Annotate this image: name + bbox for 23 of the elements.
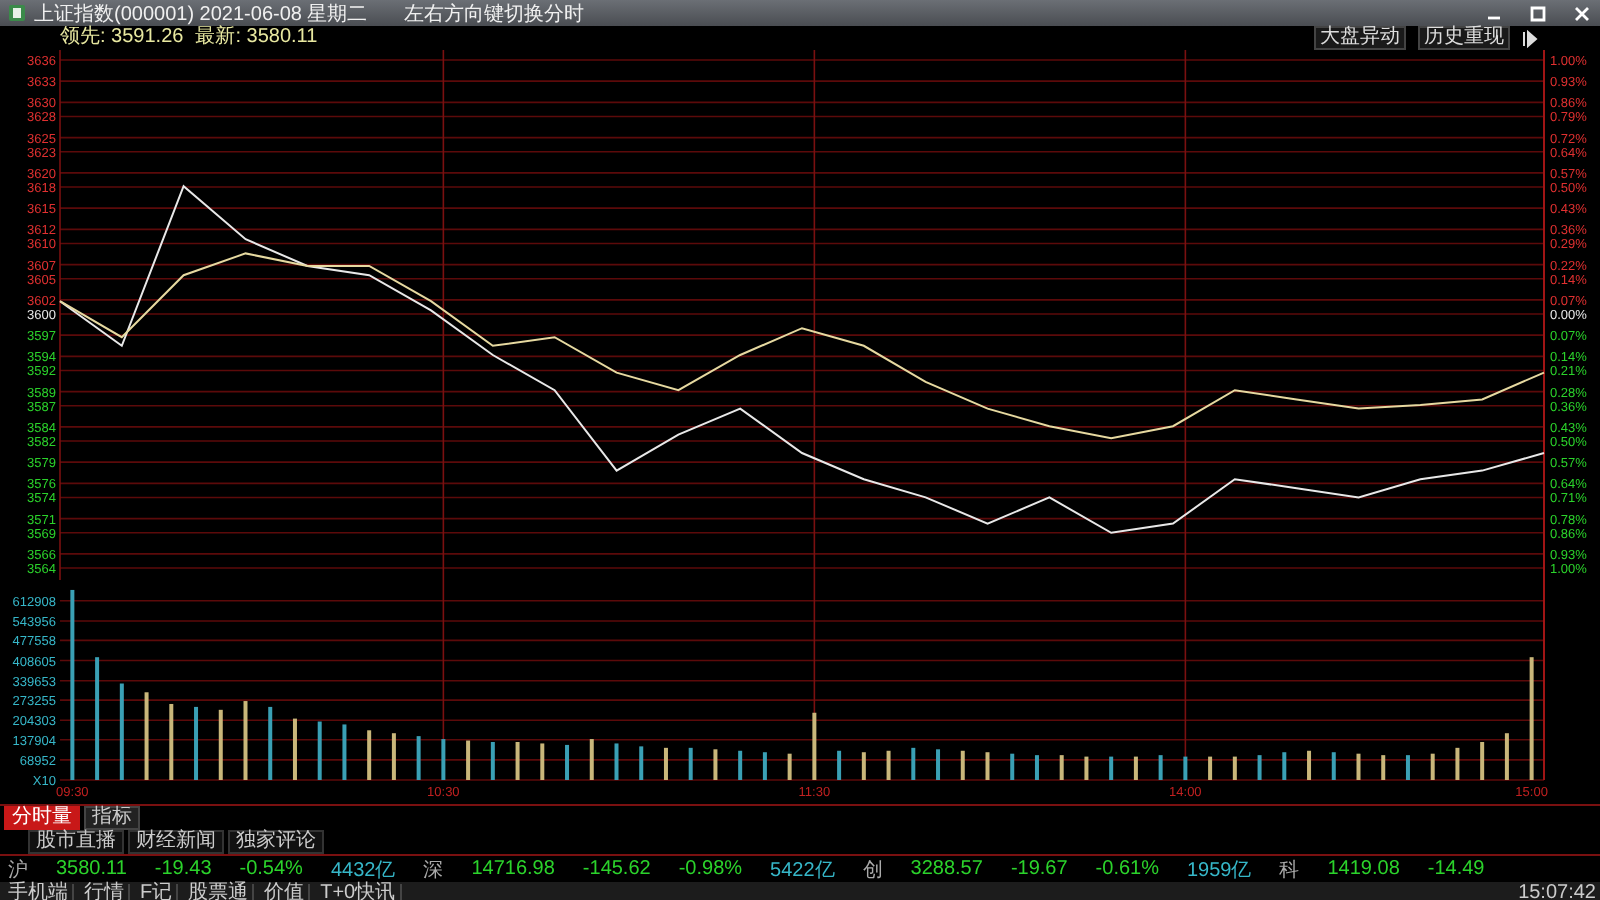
market-label: 科 (1279, 857, 1300, 883)
quote-value: 3288.57 (910, 858, 983, 880)
market-label: 创 (862, 857, 883, 883)
turnover-value: 1959亿 (1186, 857, 1252, 883)
turnover-value: 4432亿 (330, 857, 396, 881)
quote-value: 3580.11 (56, 858, 127, 880)
info-text: 最新: 3580.11 (195, 26, 318, 50)
quote-value: -145.62 (582, 858, 651, 880)
turnover-value: 5422亿 (770, 857, 835, 883)
quote-value: -0.54% (239, 858, 303, 880)
window-title: 上证指数(000001) 2021-06-08 星期二 (34, 1, 368, 25)
quote-value: -0.98% (678, 858, 743, 880)
hint-text: 左右方向键切换分时 (403, 1, 584, 27)
quote-value: -0.61% (1095, 858, 1159, 880)
quote-value: -14.49 (1427, 858, 1485, 880)
quote-value: 1419.08 (1327, 858, 1400, 880)
info-text: 领先: 3591.26 (60, 26, 184, 50)
market-label: 沪 (8, 857, 28, 881)
clock-text: 15:07:42 (1518, 882, 1596, 900)
quote-value: 14716.98 (471, 858, 555, 880)
quote-value: -19.67 (1010, 858, 1068, 880)
market-label: 深 (423, 857, 444, 883)
quote-value: -19.43 (154, 858, 212, 880)
